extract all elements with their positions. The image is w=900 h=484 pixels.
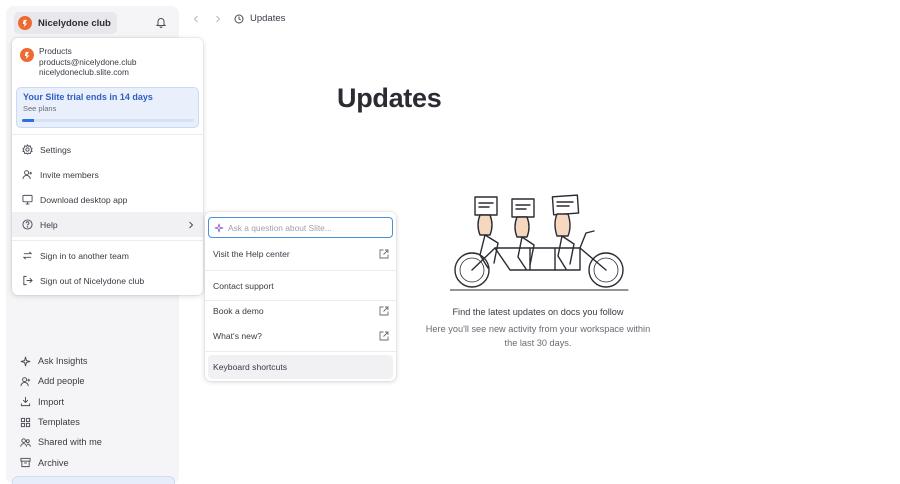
workspace-name: Nicelydone club: [38, 17, 111, 29]
chevron-left-icon[interactable]: [190, 13, 202, 25]
sidebar-item-ask-insights[interactable]: Ask Insights: [6, 351, 179, 371]
menu-item-sign-out[interactable]: Sign out of Nicelydone club: [12, 268, 203, 293]
external-link-icon: [379, 306, 389, 316]
slite-logo-icon: [18, 16, 32, 30]
menu-item-invite-members[interactable]: Invite members: [12, 162, 203, 187]
external-link-icon: [379, 331, 389, 341]
account-name: Products: [39, 46, 72, 56]
workspace-menu: Products products@nicelydone.club nicely…: [12, 38, 203, 295]
empty-state-subtitle: Here you'll see new activity from your w…: [425, 324, 651, 348]
breadcrumb-label: Updates: [250, 13, 286, 24]
tandem-bike-illustration: [450, 194, 629, 291]
history-nav: [190, 13, 224, 25]
menu-item-sign-in-another-team[interactable]: Sign in to another team: [12, 243, 203, 268]
sidebar-item-archive[interactable]: Archive: [6, 452, 179, 472]
sidebar-item-label: Archive: [38, 457, 69, 468]
menu-divider: [205, 351, 396, 352]
help-item-label: Contact support: [213, 281, 274, 291]
sidebar-item-label: Shared with me: [38, 437, 102, 448]
gear-icon: [22, 144, 33, 155]
switch-icon: [22, 251, 33, 260]
sidebar-item-templates[interactable]: Templates: [6, 412, 179, 432]
account-email: products@nicelydone.club: [39, 56, 137, 67]
menu-item-label: Invite members: [40, 169, 99, 180]
help-item-keyboard-shortcuts[interactable]: Keyboard shortcuts: [208, 355, 393, 379]
sparkle-icon: [214, 223, 224, 232]
ask-slite-search[interactable]: [208, 217, 393, 238]
menu-item-help[interactable]: Help: [12, 212, 203, 237]
menu-item-label: Sign in to another team: [40, 250, 129, 261]
sidebar-item-label: Add people: [38, 376, 85, 387]
sidebar-item-label: Ask Insights: [38, 356, 88, 367]
monitor-icon: [22, 194, 33, 205]
sign-out-icon: [23, 275, 33, 286]
workspace-switcher-button[interactable]: Nicelydone club: [14, 12, 117, 34]
ask-question-input[interactable]: [228, 222, 388, 233]
clock-icon: [234, 14, 244, 23]
help-item-book-demo[interactable]: Book a demo: [205, 299, 396, 323]
account-domain: nicelydoneclub.slite.com: [39, 67, 129, 78]
page-title: Updates: [337, 83, 442, 113]
sparkle-icon: [20, 356, 31, 366]
trial-progress-fill: [22, 119, 35, 122]
sidebar-item-import[interactable]: Import: [6, 392, 179, 412]
sidebar-bottom-nav: Ask Insights Add people Import Templates…: [6, 351, 179, 473]
archive-icon: [20, 458, 31, 468]
menu-item-label: Download desktop app: [40, 194, 128, 205]
sidebar-item-shared-with-me[interactable]: Shared with me: [6, 432, 179, 452]
menu-divider: [205, 270, 396, 271]
help-item-whats-new[interactable]: What's new?: [205, 324, 396, 348]
trial-progress-bar: [22, 119, 194, 122]
help-circle-icon: [22, 219, 33, 230]
import-icon: [20, 397, 31, 407]
chevron-right-icon[interactable]: [212, 13, 224, 25]
chevron-right-icon: [189, 221, 194, 228]
menu-item-label: Sign out of Nicelydone club: [40, 275, 145, 286]
breadcrumb[interactable]: Updates: [234, 13, 285, 24]
trial-card[interactable]: Your Slite trial ends in 14 days See pla…: [16, 87, 199, 128]
menu-item-label: Settings: [40, 144, 72, 155]
account-info: Products products@nicelydone.club nicely…: [20, 46, 136, 78]
bell-icon[interactable]: [155, 16, 167, 28]
help-item-visit-help-center[interactable]: Visit the Help center: [205, 242, 396, 266]
slite-logo-icon: [20, 48, 34, 62]
menu-item-download-desktop-app[interactable]: Download desktop app: [12, 187, 203, 212]
shared-icon: [20, 438, 31, 447]
menu-divider: [12, 240, 203, 241]
trial-banner-peek[interactable]: [12, 476, 175, 484]
help-item-label: Book a demo: [213, 306, 264, 316]
user-plus-icon: [20, 377, 31, 387]
help-item-contact-support[interactable]: Contact support: [205, 274, 396, 298]
sidebar-item-add-people[interactable]: Add people: [6, 371, 179, 391]
menu-divider: [12, 134, 203, 135]
external-link-icon: [379, 249, 389, 259]
menu-item-settings[interactable]: Settings: [12, 137, 203, 162]
empty-state-title: Find the latest updates on docs you foll…: [452, 307, 624, 317]
sidebar-item-label: Import: [38, 396, 65, 407]
help-item-label: Keyboard shortcuts: [213, 362, 288, 372]
menu-item-label: Help: [40, 219, 58, 230]
see-plans-link[interactable]: See plans: [23, 104, 192, 113]
sidebar-item-label: Templates: [38, 417, 80, 428]
help-submenu: Visit the Help center Contact support Bo…: [205, 212, 396, 381]
templates-icon: [20, 417, 31, 427]
trial-title: Your Slite trial ends in 14 days: [23, 92, 153, 102]
user-plus-icon: [22, 170, 33, 180]
help-item-label: What's new?: [213, 331, 262, 341]
help-item-label: Visit the Help center: [213, 249, 290, 259]
